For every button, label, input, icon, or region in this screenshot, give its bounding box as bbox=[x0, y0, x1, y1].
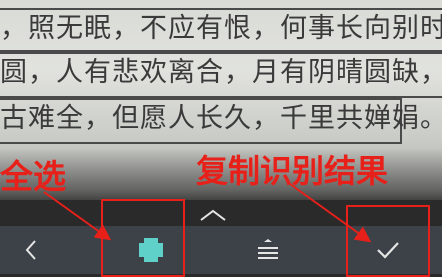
select-all-annotation: 全选 bbox=[0, 157, 66, 196]
text-line-2: 圆，人有悲欢离合，月有阴晴圆缺，此事 bbox=[0, 57, 442, 88]
copy-result-annotation: 复制识别结果 bbox=[196, 152, 389, 190]
back-icon bbox=[25, 240, 36, 260]
confirm-highlight bbox=[346, 205, 430, 277]
menu-button[interactable] bbox=[246, 226, 290, 274]
recognized-text-line-1[interactable]: ，照无眠，不应有恨，何事长向别时 bbox=[0, 8, 442, 52]
select-all-highlight bbox=[101, 199, 185, 277]
recognized-text-line-2[interactable]: 圆，人有悲欢离合，月有阴晴圆缺，此事 bbox=[0, 52, 442, 98]
recognized-text-line-3[interactable]: 古难全，但愿人长久，千里共婵娟。 bbox=[0, 98, 442, 144]
back-button[interactable] bbox=[14, 226, 48, 274]
text-line-3: 古难全，但愿人长久，千里共婵娟。 bbox=[0, 103, 442, 134]
text-line-1: ，照无眠，不应有恨，何事长向别时 bbox=[0, 13, 442, 44]
expand-chevron-up-icon[interactable] bbox=[198, 208, 228, 222]
menu-icon bbox=[258, 239, 278, 259]
